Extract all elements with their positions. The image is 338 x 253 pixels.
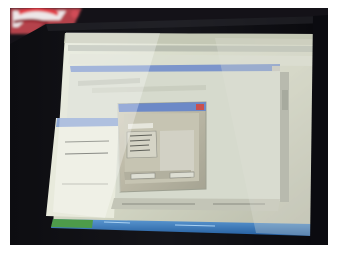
right-edge <box>310 15 328 245</box>
monitor-photo <box>10 8 328 245</box>
photo-frame <box>10 8 328 245</box>
